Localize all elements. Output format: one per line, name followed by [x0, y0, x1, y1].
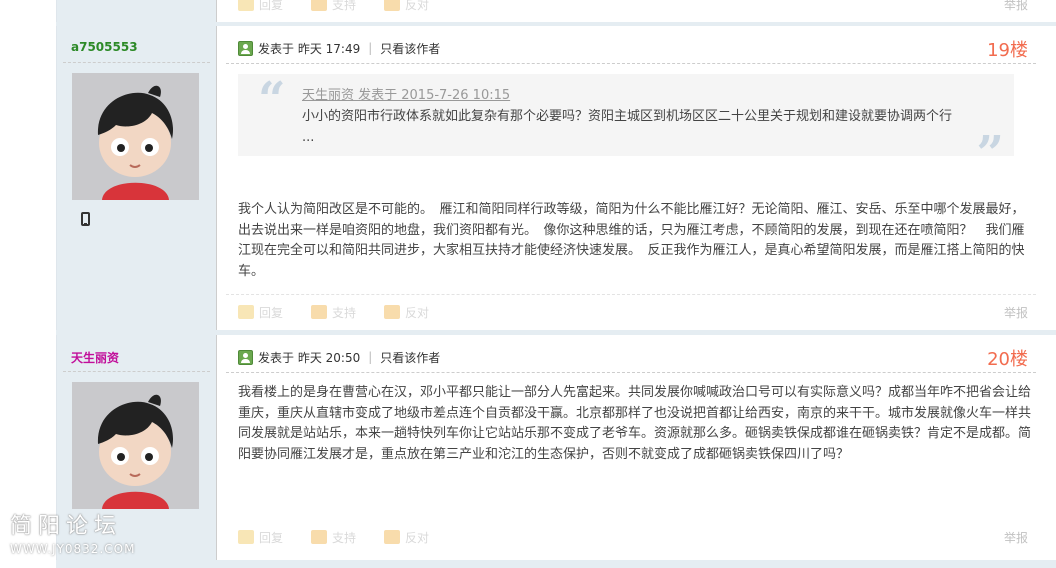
header-divider [226, 63, 1036, 64]
header-divider [226, 372, 1036, 373]
sidebar-divider [63, 62, 210, 63]
post-meta: 发表于 昨天 20:50 | 只看该作者 [238, 348, 440, 366]
previous-post-actions: 回复 支持 反对 举报 [238, 0, 1028, 14]
reply-button[interactable]: 回复 [238, 0, 283, 13]
reply-icon [238, 530, 254, 544]
post-main: 发表于 昨天 20:50 | 只看该作者 20楼 我看楼上的是身在曹营心在汉，邓… [218, 335, 1056, 560]
posted-label: 发表于 [258, 350, 295, 365]
reply-button[interactable]: 回复 [238, 304, 283, 321]
support-button[interactable]: 支持 [311, 529, 356, 546]
support-label: 支持 [332, 0, 357, 12]
author-username[interactable]: 天生丽资 [71, 349, 119, 366]
oppose-button[interactable]: 反对 [384, 529, 429, 546]
mobile-icon [81, 212, 90, 226]
previous-post-main: 回复 支持 反对 举报 [218, 0, 1056, 22]
meta-divider: | [368, 41, 373, 55]
post-author-sidebar: a7505553 [57, 26, 217, 330]
post-actions: 回复 支持 反对 举报 [238, 527, 1028, 547]
post-body: 我个人认为简阳改区是不可能的。 雁江和简阳同样行政等级，简阳为什么不能比雁江好？… [238, 202, 1025, 279]
oppose-label: 反对 [405, 305, 430, 320]
floor-number[interactable]: 20楼 [987, 345, 1028, 371]
post-20: 天生丽资 发表于 昨天 20:50 | 只看该作者 20楼 我看楼上的是身在曹营… [56, 335, 1056, 560]
post-main: 发表于 昨天 17:49 | 只看该作者 19楼 “ 天生丽资 发表于 2015… [218, 26, 1056, 330]
reply-label: 回复 [259, 0, 284, 12]
sidebar-divider [63, 371, 210, 372]
thread-container: 回复 支持 反对 举报 a7505553 发表于 昨天 17:49 | 只看该作… [56, 0, 1056, 568]
author-username[interactable]: a7505553 [71, 40, 138, 54]
post-19: a7505553 发表于 昨天 17:49 | 只看该作者 19楼 “ 天生丽资… [56, 26, 1056, 330]
watermark-title: 简阳论坛 [10, 514, 123, 539]
reply-label: 回复 [259, 530, 284, 545]
post-meta: 发表于 昨天 17:49 | 只看该作者 [238, 39, 440, 57]
watermark-url: WWW.JY0832.COM [10, 542, 136, 556]
report-link[interactable]: 举报 [1004, 0, 1028, 13]
post-time: 昨天 20:50 [297, 350, 361, 365]
thumbs-up-icon [311, 530, 328, 544]
online-user-icon [238, 349, 253, 365]
quote-text: 小小的资阳市行政体系就如此复杂有那个必要吗？资阳主城区到机场区区二十公里关于规划… [302, 109, 953, 145]
avatar[interactable] [72, 382, 199, 509]
open-quote-icon: “ [258, 72, 286, 128]
avatar-cartoon-boy-image [72, 73, 199, 200]
thumbs-down-icon [384, 530, 401, 544]
quote-author-link[interactable]: 天生丽资 发表于 2015-7-26 10:15 [302, 84, 510, 103]
actions-divider [226, 294, 1036, 295]
oppose-button[interactable]: 反对 [384, 0, 429, 13]
reply-label: 回复 [259, 305, 284, 320]
thumbs-down-icon [384, 0, 401, 11]
thumbs-down-icon [384, 305, 401, 319]
posted-label: 发表于 [258, 41, 295, 56]
online-user-icon [238, 40, 253, 56]
support-button[interactable]: 支持 [311, 304, 356, 321]
quote-block: “ 天生丽资 发表于 2015-7-26 10:15 小小的资阳市行政体系就如此… [238, 72, 1014, 182]
report-link[interactable]: 举报 [1004, 529, 1028, 546]
oppose-button[interactable]: 反对 [384, 304, 429, 321]
reply-icon [238, 305, 254, 319]
avatar[interactable] [72, 73, 199, 200]
site-watermark: 简阳论坛 WWW.JY0832.COM [10, 508, 135, 556]
post-actions: 回复 支持 反对 举报 [238, 302, 1028, 322]
post-body: 我看楼上的是身在曹营心在汉，邓小平都只能让一部分人先富起来。共同发展你喊喊政治口… [238, 385, 1032, 462]
previous-post-tail: 回复 支持 反对 举报 [56, 0, 1056, 22]
oppose-label: 反对 [405, 530, 430, 545]
report-link[interactable]: 举报 [1004, 304, 1028, 321]
only-author-link[interactable]: 只看该作者 [380, 349, 440, 366]
reply-icon [238, 0, 254, 11]
reply-button[interactable]: 回复 [238, 529, 283, 546]
only-author-link[interactable]: 只看该作者 [380, 40, 440, 57]
post-time: 昨天 17:49 [297, 41, 361, 56]
support-label: 支持 [332, 305, 357, 320]
avatar-cartoon-boy-image [72, 382, 199, 509]
close-quote-icon: ” [976, 126, 1004, 182]
thumbs-up-icon [311, 305, 328, 319]
support-label: 支持 [332, 530, 357, 545]
previous-post-sidebar [57, 0, 217, 22]
meta-divider: | [368, 350, 373, 364]
oppose-label: 反对 [405, 0, 430, 12]
support-button[interactable]: 支持 [311, 0, 356, 13]
floor-number[interactable]: 19楼 [987, 36, 1028, 62]
thumbs-up-icon [311, 0, 328, 11]
